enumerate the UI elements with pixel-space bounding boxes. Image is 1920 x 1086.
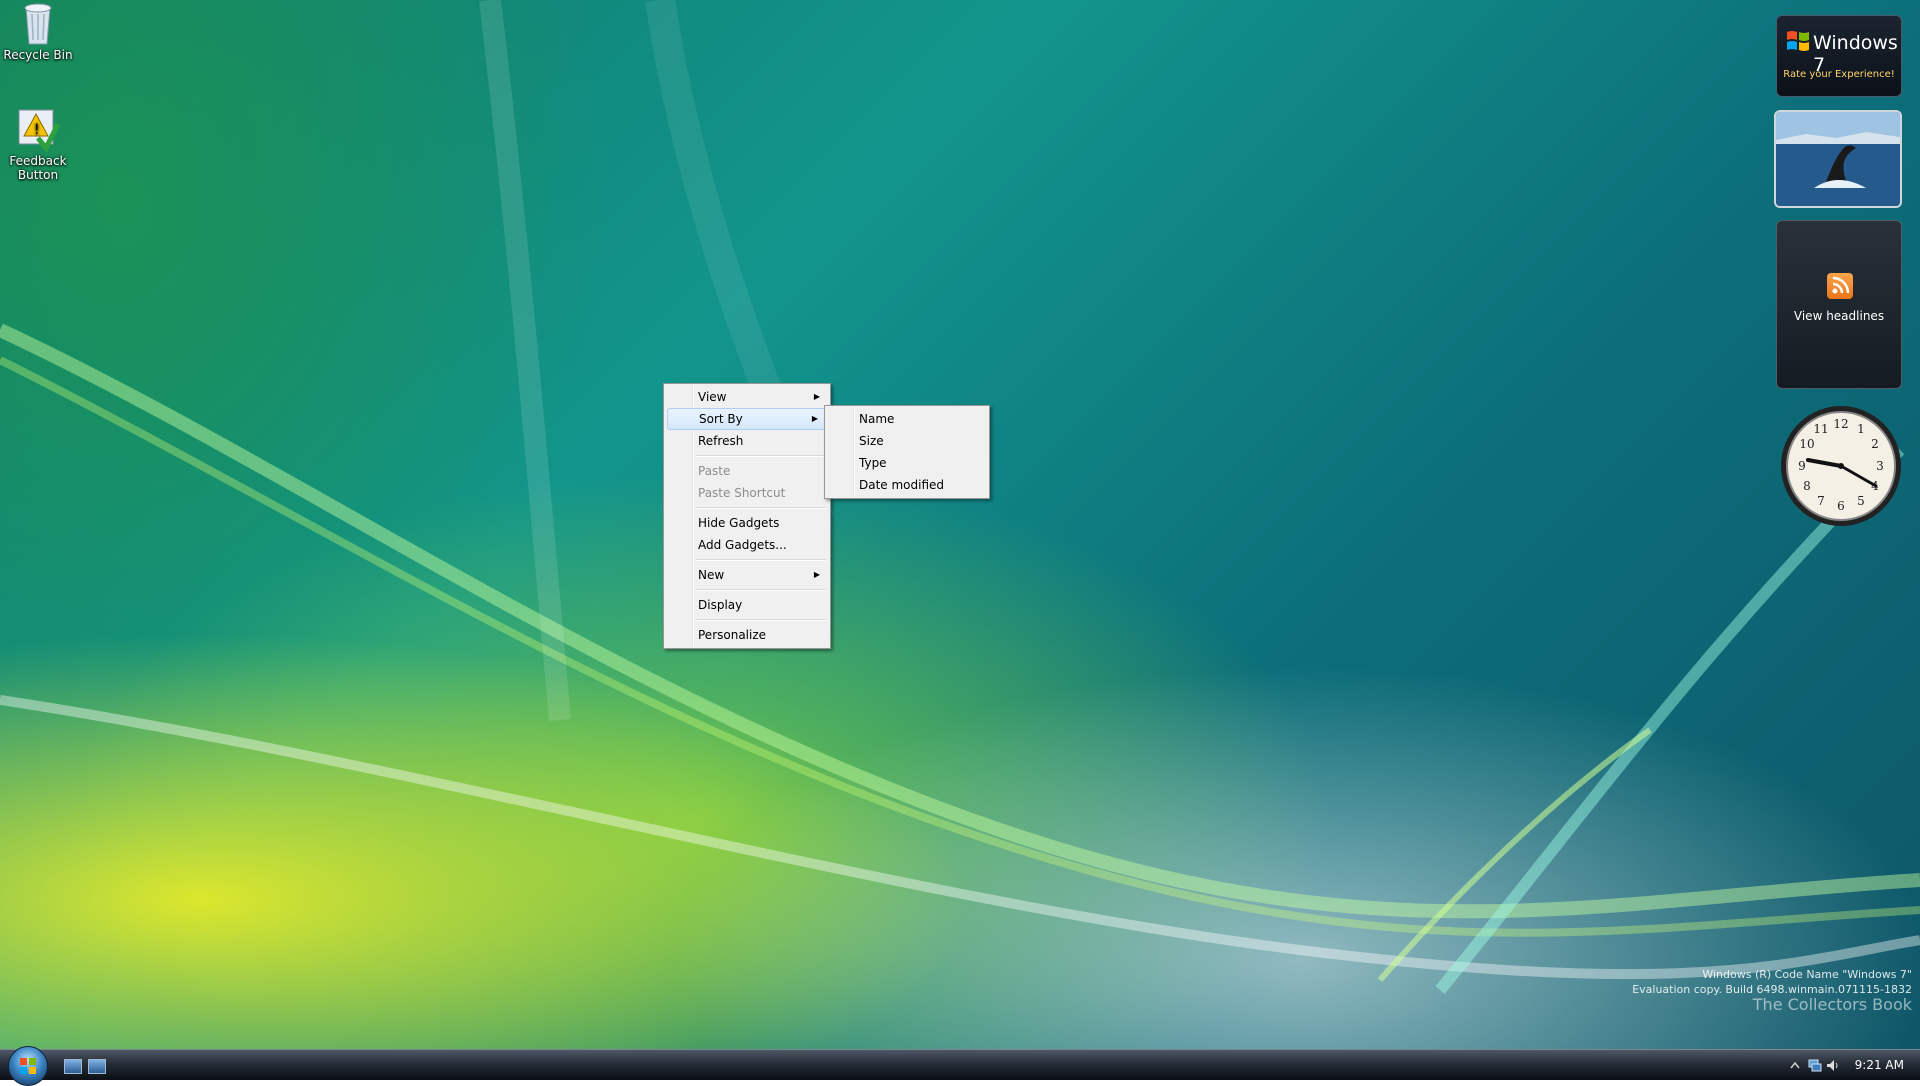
show-desktop-icon[interactable]	[64, 1059, 82, 1074]
sort-option-size[interactable]: Size	[827, 430, 987, 452]
clock-number: 12	[1833, 417, 1848, 431]
desktop-icon-feedback-button[interactable]: ! Feedback Button	[0, 106, 76, 182]
menu-item-label: Personalize	[698, 628, 767, 642]
sort-option-type[interactable]: Type	[827, 452, 987, 474]
switch-windows-icon[interactable]	[88, 1059, 106, 1074]
taskbar: 9:21 AM	[0, 1046, 1920, 1086]
clock-number: 5	[1857, 494, 1865, 508]
feed-headlines-gadget[interactable]: View headlines	[1776, 220, 1902, 389]
menu-separator	[696, 619, 826, 621]
view-headlines-link[interactable]: View headlines	[1777, 309, 1901, 323]
menu-item-label: View	[698, 390, 727, 404]
desktop-context-menu: View ▶ Sort By ▶ Refresh Paste Paste Short…	[663, 383, 831, 649]
menu-item-label: Paste	[698, 464, 731, 478]
menu-item-label: Name	[859, 412, 895, 426]
menu-separator	[696, 589, 826, 591]
menu-item-label: Size	[859, 434, 884, 448]
menu-item-refresh[interactable]: Refresh	[666, 430, 828, 452]
menu-item-sort-by[interactable]: Sort By ▶	[667, 408, 827, 430]
watermark-line: Windows (R) Code Name "Windows 7"	[1702, 968, 1912, 981]
clock-number: 10	[1799, 437, 1814, 451]
menu-item-add-gadgets[interactable]: Add Gadgets...	[666, 534, 828, 556]
desktop-icon-label: Feedback Button	[9, 154, 67, 182]
menu-item-label: Type	[859, 456, 887, 470]
build-watermark: Windows (R) Code Name "Windows 7" Evalua…	[1632, 967, 1912, 1014]
clock-number: 11	[1813, 422, 1828, 436]
menu-item-label: New	[698, 568, 725, 582]
clock-gadget[interactable]: 12 1 2 3 4 5 6 7 8 9 10 11	[1779, 404, 1903, 528]
desktop[interactable]: Recycle Bin ! Feedback Button Windows 7 …	[0, 0, 1920, 1050]
clock-number: 7	[1817, 494, 1825, 508]
windows-logo-icon	[20, 1058, 36, 1074]
sort-by-submenu: Name Size Type Date modified	[824, 405, 990, 499]
submenu-arrow-icon: ▶	[813, 570, 820, 579]
sort-option-name[interactable]: Name	[827, 408, 987, 430]
clock-number: 6	[1837, 499, 1845, 513]
menu-item-label: Add Gadgets...	[698, 538, 787, 552]
clock-number: 2	[1871, 437, 1879, 451]
menu-item-hide-gadgets[interactable]: Hide Gadgets	[666, 512, 828, 534]
submenu-arrow-icon: ▶	[813, 392, 820, 401]
menu-separator	[696, 507, 826, 509]
slideshow-gadget[interactable]	[1774, 110, 1902, 208]
clock-number: 8	[1803, 479, 1811, 493]
menu-item-view[interactable]: View ▶	[666, 386, 828, 408]
menu-item-label: Date modified	[859, 478, 945, 492]
menu-item-display[interactable]: Display	[666, 594, 828, 616]
clock-number: 9	[1798, 459, 1806, 473]
feedback-icon: !	[18, 109, 60, 152]
windows7-rating-gadget[interactable]: Windows 7 Rate your Experience!	[1776, 15, 1902, 97]
network-icon[interactable]	[1808, 1059, 1822, 1072]
watermark-line: The Collectors Book	[1752, 995, 1912, 1014]
menu-item-new[interactable]: New ▶	[666, 564, 828, 586]
system-tray: 9:21 AM	[1780, 1050, 1920, 1080]
menu-item-paste: Paste	[666, 460, 828, 482]
clock-number: 1	[1857, 422, 1865, 436]
clock-number: 3	[1876, 459, 1884, 473]
recycle-bin-icon	[24, 3, 52, 45]
desktop-icon-label: Recycle Bin	[3, 48, 73, 62]
taskbar-clock[interactable]: 9:21 AM	[1855, 1058, 1904, 1072]
menu-item-label: Sort By	[699, 412, 743, 426]
whale-photo	[1776, 112, 1900, 206]
rss-icon	[1827, 273, 1853, 299]
wallpaper	[0, 0, 1920, 994]
sort-option-date-modified[interactable]: Date modified	[827, 474, 987, 496]
svg-text:!: !	[34, 122, 40, 138]
volume-icon[interactable]	[1826, 1059, 1840, 1072]
menu-item-label: Paste Shortcut	[698, 486, 786, 500]
menu-item-label: Hide Gadgets	[698, 516, 780, 530]
menu-separator	[696, 455, 826, 457]
gadget-subtitle[interactable]: Rate your Experience!	[1777, 69, 1901, 80]
menu-item-paste-shortcut: Paste Shortcut	[666, 482, 828, 504]
menu-separator	[696, 559, 826, 561]
desktop-icon-recycle-bin[interactable]: Recycle Bin	[0, 2, 76, 62]
windows-logo-icon	[1787, 31, 1809, 51]
menu-item-label: Refresh	[698, 434, 744, 448]
menu-item-personalize[interactable]: Personalize	[666, 624, 828, 646]
menu-item-label: Display	[698, 598, 743, 612]
show-hidden-icons-icon[interactable]	[1788, 1059, 1802, 1072]
submenu-arrow-icon: ▶	[811, 414, 818, 423]
start-button[interactable]	[8, 1046, 48, 1086]
